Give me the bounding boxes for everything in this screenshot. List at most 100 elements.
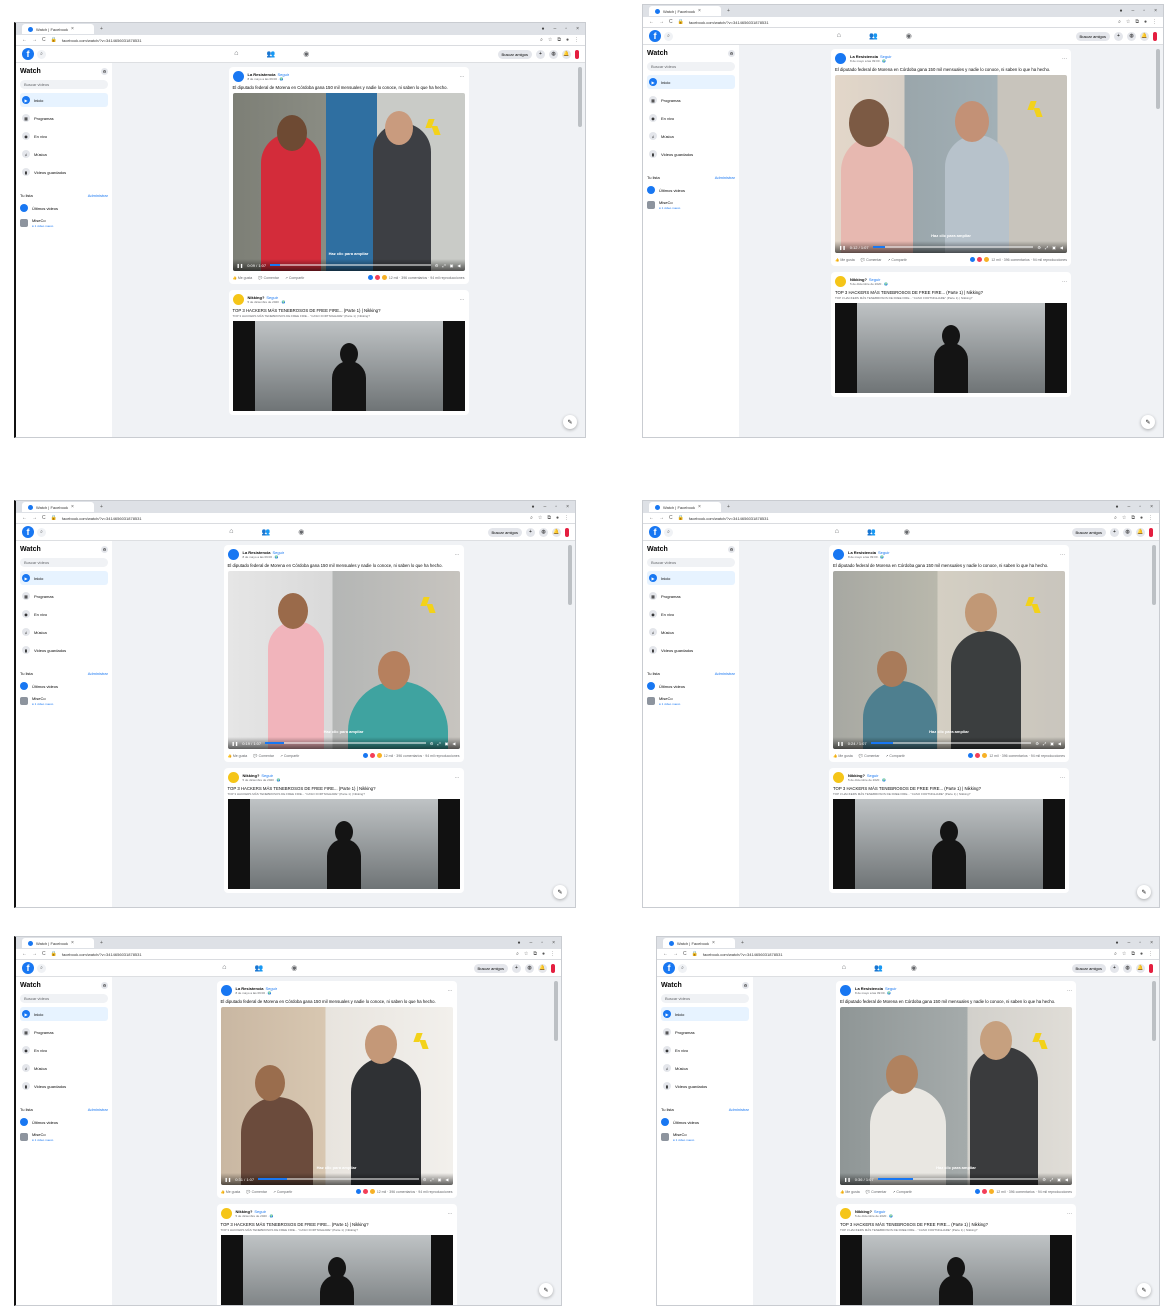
- close-tab-icon[interactable]: ×: [71, 940, 74, 946]
- find-friends-button[interactable]: Buscar amigos: [497, 49, 532, 59]
- sidebar-item-en-vivo[interactable]: ◉ En vivo: [20, 607, 108, 621]
- browser-tab[interactable]: Watch | Facebook ×: [649, 502, 721, 512]
- extensions-icon[interactable]: ⧉: [1135, 19, 1139, 25]
- groups-nav-icon[interactable]: ◉: [298, 528, 304, 536]
- more-options-icon[interactable]: ···: [1060, 552, 1065, 558]
- messenger-icon[interactable]: ◍: [525, 963, 534, 973]
- post-date[interactable]: 8 de mayo a las 09:00 · 🌍: [248, 77, 456, 81]
- menu-kebab-icon[interactable]: ⋮: [564, 515, 569, 521]
- find-friends-button[interactable]: Buscar amigos: [1071, 963, 1106, 973]
- sidebar-item-inicio[interactable]: ▶ Inicio: [647, 75, 735, 89]
- close-window-icon[interactable]: ×: [566, 504, 569, 510]
- pip-icon[interactable]: ▣: [438, 1177, 442, 1182]
- video-player[interactable]: Haz clic para ampliar ❚❚ 0:36 / 1:07 ⚙ ⤢…: [840, 1007, 1072, 1186]
- more-options-icon[interactable]: ···: [1062, 279, 1067, 285]
- minimize-icon[interactable]: –: [530, 940, 533, 946]
- settings-icon[interactable]: ⚙: [1035, 741, 1039, 746]
- reload-icon[interactable]: C: [42, 37, 46, 43]
- post-stats[interactable]: 12 mil · 396 comentarios · 94 mil reprod…: [991, 258, 1067, 262]
- sidebar-item-en-vivo[interactable]: ◉ En vivo: [647, 607, 735, 621]
- share-button[interactable]: ↗ Compartir: [285, 276, 304, 280]
- sidebar-item-programas[interactable]: ▦ Programas: [661, 1025, 749, 1039]
- home-nav-icon[interactable]: ⌂: [835, 528, 839, 536]
- share-button[interactable]: ↗ Compartir: [273, 1190, 292, 1194]
- profile-icon[interactable]: ●: [541, 26, 544, 32]
- menu-kebab-icon[interactable]: ⋮: [1148, 515, 1153, 521]
- close-tab-icon[interactable]: ×: [71, 26, 74, 32]
- avatar[interactable]: [232, 294, 244, 306]
- post-date[interactable]: 5 de diciembre de 2020 · 🌍: [848, 778, 1056, 782]
- list-item-miseco[interactable]: MiseCo ● 1 video nuevo: [20, 1132, 108, 1142]
- share-button[interactable]: ↗ Compartir: [892, 1190, 911, 1194]
- profile-icon[interactable]: ●: [1115, 504, 1118, 510]
- settings-icon[interactable]: ⚙: [430, 741, 434, 746]
- extensions-icon[interactable]: ⧉: [533, 951, 537, 957]
- search-icon[interactable]: ⌕: [664, 527, 673, 537]
- minimize-icon[interactable]: –: [554, 26, 557, 32]
- list-item-latest[interactable]: Últimos videos: [661, 1118, 749, 1126]
- forward-icon[interactable]: →: [32, 515, 37, 521]
- sidebar-item-musica[interactable]: ♫ Música: [661, 1061, 749, 1075]
- home-nav-icon[interactable]: ⌂: [229, 528, 233, 536]
- new-tab-icon[interactable]: +: [100, 504, 103, 510]
- like-button[interactable]: 👍 Me gusta: [233, 276, 253, 280]
- back-icon[interactable]: ←: [649, 19, 654, 25]
- more-options-icon[interactable]: ···: [448, 1211, 453, 1217]
- bookmark-star-icon[interactable]: ☆: [524, 951, 528, 957]
- post-stats[interactable]: 12 mil · 396 comentarios · 94 mil reprod…: [384, 754, 460, 758]
- sidebar-item-videos-guardados[interactable]: ▮ Videos guardados: [20, 1079, 108, 1093]
- sidebar-item-en-vivo[interactable]: ◉ En vivo: [647, 111, 735, 125]
- forward-icon[interactable]: →: [673, 951, 678, 957]
- minimize-icon[interactable]: –: [1128, 504, 1131, 510]
- post-date[interactable]: 8 de mayo a las 09:00 · 🌍: [855, 991, 1063, 995]
- find-friends-button[interactable]: Buscar amigos: [1075, 31, 1110, 41]
- new-tab-icon[interactable]: +: [741, 940, 744, 946]
- video-player[interactable]: [840, 1235, 1072, 1305]
- more-options-icon[interactable]: ···: [455, 775, 460, 781]
- maximize-icon[interactable]: ▫: [541, 940, 543, 946]
- facebook-logo-icon[interactable]: f: [22, 48, 34, 60]
- gear-icon[interactable]: ⚙: [101, 982, 108, 989]
- notifications-icon[interactable]: 🔔: [562, 49, 571, 59]
- find-friends-button[interactable]: Buscar amigos: [473, 963, 508, 973]
- video-player[interactable]: Haz clic para ampliar ❚❚ 0:24 / 1:07 ⚙ ⤢…: [833, 571, 1065, 750]
- settings-icon[interactable]: ⚙: [1042, 1177, 1046, 1182]
- notifications-icon[interactable]: 🔔: [1136, 527, 1145, 537]
- url-field[interactable]: facebook.com/watch/?v=3414656031878531: [62, 38, 535, 43]
- create-icon[interactable]: +: [536, 49, 545, 59]
- zoom-icon[interactable]: ⌕: [530, 515, 533, 521]
- messenger-icon[interactable]: ◍: [539, 527, 548, 537]
- manage-list-link[interactable]: Administrar: [715, 175, 735, 180]
- create-icon[interactable]: +: [526, 527, 535, 537]
- scrollbar[interactable]: [578, 67, 582, 127]
- home-nav-icon[interactable]: ⌂: [837, 32, 841, 40]
- more-options-icon[interactable]: ···: [1067, 988, 1072, 994]
- new-message-icon[interactable]: ✎: [1137, 885, 1151, 899]
- search-videos-input[interactable]: Buscar videos: [20, 80, 108, 89]
- sidebar-item-programas[interactable]: ▦ Programas: [20, 589, 108, 603]
- menu-kebab-icon[interactable]: ⋮: [550, 951, 555, 957]
- new-message-icon[interactable]: ✎: [553, 885, 567, 899]
- post-date[interactable]: 8 de mayo a las 09:00 · 🌍: [850, 59, 1058, 63]
- search-icon[interactable]: ⌕: [37, 49, 46, 59]
- facebook-logo-icon[interactable]: f: [22, 962, 34, 974]
- sidebar-item-videos-guardados[interactable]: ▮ Videos guardados: [647, 643, 735, 657]
- pause-icon[interactable]: ❚❚: [237, 263, 244, 268]
- facebook-logo-icon[interactable]: f: [663, 962, 675, 974]
- avatar[interactable]: [227, 549, 239, 560]
- gear-icon[interactable]: ⚙: [101, 68, 108, 75]
- scrollbar[interactable]: [1156, 49, 1160, 109]
- post-stats[interactable]: 12 mil · 396 comentarios · 94 mil reprod…: [389, 276, 465, 280]
- sidebar-item-videos-guardados[interactable]: ▮ Videos guardados: [20, 643, 108, 657]
- messenger-icon[interactable]: ◍: [1123, 963, 1132, 973]
- extensions-icon[interactable]: ⧉: [1131, 515, 1135, 521]
- sidebar-item-programas[interactable]: ▦ Programas: [647, 93, 735, 107]
- list-item-miseco[interactable]: MiseCo ● 1 video nuevo: [20, 218, 108, 228]
- like-button[interactable]: 👍 Me gusta: [221, 1190, 241, 1194]
- sidebar-item-videos-guardados[interactable]: ▮ Videos guardados: [647, 147, 735, 161]
- notifications-icon[interactable]: 🔔: [552, 527, 561, 537]
- volume-icon[interactable]: ◀: [457, 263, 460, 268]
- friends-nav-icon[interactable]: 👥: [266, 50, 275, 58]
- bookmark-star-icon[interactable]: ☆: [538, 515, 542, 521]
- sidebar-item-inicio[interactable]: ▶ Inicio: [20, 93, 108, 107]
